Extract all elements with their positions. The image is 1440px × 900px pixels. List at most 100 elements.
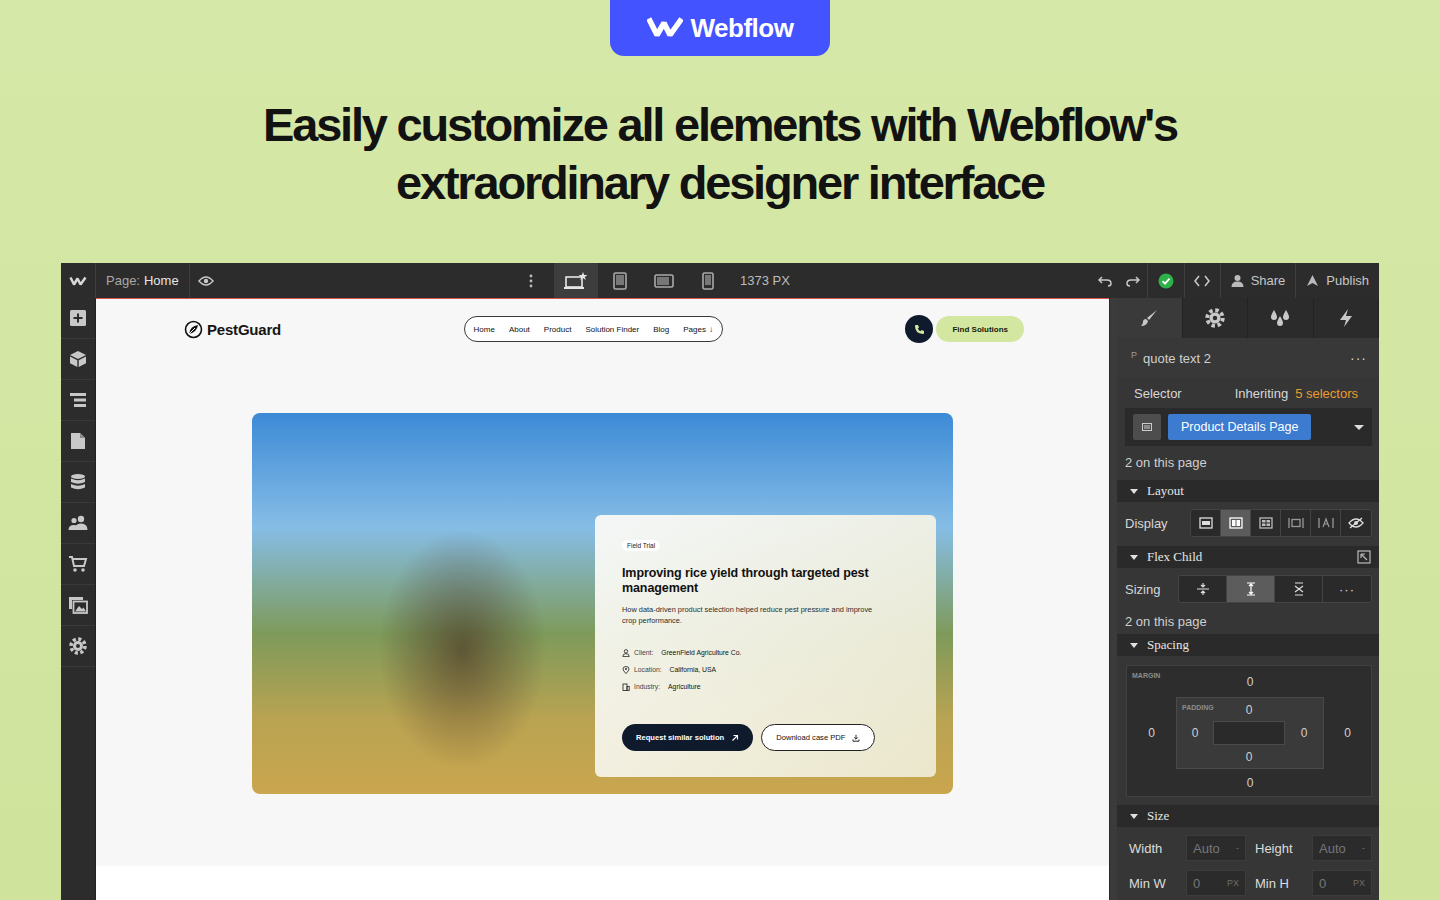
- nav-link[interactable]: Home: [474, 325, 495, 334]
- element-menu-button[interactable]: ···: [1350, 350, 1367, 366]
- panel-tab[interactable]: [1117, 298, 1183, 338]
- size-unit[interactable]: PX: [1227, 878, 1239, 888]
- margin-box: MARGIN 0 0 PADDING 0 0 0 0 0 0: [1126, 665, 1372, 797]
- nav-link[interactable]: About: [509, 325, 530, 334]
- display-option[interactable]: [1341, 510, 1371, 536]
- eye-slash-icon: [1348, 517, 1364, 529]
- database-icon: [70, 473, 86, 491]
- share-button[interactable]: Share: [1220, 263, 1296, 298]
- headline-line: extraordinary designer interface: [396, 154, 1044, 212]
- panel-tab[interactable]: [1183, 298, 1249, 338]
- grid-icon: [1259, 517, 1273, 529]
- size-unit[interactable]: -: [1362, 843, 1365, 853]
- left-toolbar: [61, 298, 96, 900]
- more-breakpoints-button[interactable]: [520, 263, 542, 298]
- phone-button[interactable]: [905, 315, 933, 343]
- toolbar-button[interactable]: [61, 544, 95, 585]
- panel-tab[interactable]: [1248, 298, 1314, 338]
- margin-left[interactable]: 0: [1127, 697, 1176, 769]
- padding-left[interactable]: 0: [1177, 721, 1213, 745]
- style-panel: P quote text 2 ··· Selector Inheriting 5…: [1117, 298, 1379, 900]
- margin-top[interactable]: 0: [1176, 666, 1324, 697]
- redo-button[interactable]: [1119, 263, 1147, 298]
- size-input[interactable]: 0 PX: [1186, 870, 1246, 896]
- breakpoint-button[interactable]: [554, 263, 598, 298]
- nav-link[interactable]: Solution Finder: [585, 325, 639, 334]
- save-status: [1147, 263, 1184, 298]
- nav-link-label: Pages: [683, 325, 706, 334]
- toolbar-button[interactable]: [61, 503, 95, 544]
- share-label: Share: [1251, 273, 1286, 288]
- sizing-option[interactable]: [1275, 576, 1323, 602]
- size-row: Width Auto -Height Auto -: [1129, 835, 1372, 861]
- publish-button[interactable]: Publish: [1295, 263, 1379, 298]
- display-option[interactable]: [1221, 510, 1251, 536]
- padding-top[interactable]: 0: [1213, 698, 1285, 721]
- page-name: Home: [144, 273, 179, 288]
- toolbar-button[interactable]: [61, 339, 95, 380]
- toolbar-button[interactable]: [61, 626, 95, 667]
- card-button[interactable]: Request similar solution: [622, 724, 753, 751]
- nav-link[interactable]: Product: [544, 325, 572, 334]
- page-selector[interactable]: Page: Home: [96, 263, 190, 298]
- display-option[interactable]: [1251, 510, 1281, 536]
- inheriting-info[interactable]: Inheriting 5 selectors: [1235, 386, 1358, 401]
- toolbar-button[interactable]: [61, 585, 95, 626]
- preview-button[interactable]: [190, 263, 222, 298]
- size-unit[interactable]: PX: [1353, 878, 1365, 888]
- find-solutions-button[interactable]: Find Solutions: [936, 316, 1024, 342]
- sizing-option[interactable]: [1227, 576, 1275, 602]
- nav-link[interactable]: Pages ↓: [683, 325, 713, 334]
- sizing-more-button[interactable]: ···: [1323, 576, 1371, 602]
- redo-icon: [1126, 275, 1140, 287]
- panel-tabs: [1117, 298, 1379, 338]
- flex-child-usage: 2 on this page: [1117, 610, 1379, 632]
- margin-bottom[interactable]: 0: [1176, 769, 1324, 796]
- toolbar-button[interactable]: [61, 462, 95, 503]
- margin-right[interactable]: 0: [1324, 697, 1371, 769]
- designer-window: Page: Home 1373 PX Share Publish PestGua…: [61, 263, 1379, 900]
- toolbar-button[interactable]: [61, 421, 95, 462]
- brand-name: Webflow: [691, 13, 794, 44]
- size-field: Min W 0 PX: [1129, 870, 1246, 896]
- display-option[interactable]: [1281, 510, 1311, 536]
- canvas-scrollbar[interactable]: [1109, 298, 1117, 900]
- breakpoint-button[interactable]: [642, 263, 686, 298]
- code-button[interactable]: [1184, 263, 1220, 298]
- sizing-label: Sizing: [1125, 582, 1160, 597]
- size-input[interactable]: Auto -: [1312, 835, 1372, 861]
- nav-link[interactable]: Blog: [653, 325, 669, 334]
- sizing-option[interactable]: [1179, 576, 1227, 602]
- size-section-header[interactable]: Size: [1117, 805, 1379, 827]
- meta-row: Location: California, USA: [622, 661, 741, 678]
- size-value: 0: [1319, 876, 1326, 891]
- check-circle-icon: [1158, 273, 1174, 289]
- expand-icon[interactable]: [1357, 550, 1371, 564]
- spacing-section-header[interactable]: Spacing: [1117, 634, 1379, 656]
- display-row: Display: [1117, 502, 1379, 544]
- selector-type-button[interactable]: [1133, 414, 1161, 440]
- padding-bottom[interactable]: 0: [1213, 745, 1285, 768]
- breakpoint-button[interactable]: [686, 263, 730, 298]
- panel-tab[interactable]: [1314, 298, 1380, 338]
- breakpoint-button[interactable]: [598, 263, 642, 298]
- layout-section-header[interactable]: Layout: [1117, 480, 1379, 502]
- site-logo[interactable]: PestGuard: [184, 320, 281, 339]
- display-option[interactable]: [1311, 510, 1341, 536]
- padding-right[interactable]: 0: [1285, 721, 1323, 745]
- webflow-menu-button[interactable]: [61, 263, 96, 298]
- toolbar-button[interactable]: [61, 380, 95, 421]
- size-input[interactable]: Auto -: [1186, 835, 1246, 861]
- display-option[interactable]: [1191, 510, 1221, 536]
- size-unit[interactable]: -: [1236, 843, 1239, 853]
- dropdown-caret-icon[interactable]: [1354, 425, 1364, 430]
- element-tag: P: [1131, 350, 1137, 360]
- toolbar-button[interactable]: [61, 298, 95, 339]
- selector-field[interactable]: Product Details Page: [1125, 408, 1372, 446]
- undo-button[interactable]: [1091, 263, 1119, 298]
- flex-child-section-header[interactable]: Flex Child: [1117, 546, 1379, 568]
- selector-chip[interactable]: Product Details Page: [1168, 414, 1311, 440]
- site-navbar: PestGuard Home About Product Solution Fi…: [96, 315, 1109, 343]
- size-input[interactable]: 0 PX: [1312, 870, 1372, 896]
- card-button[interactable]: Download case PDF: [761, 724, 875, 751]
